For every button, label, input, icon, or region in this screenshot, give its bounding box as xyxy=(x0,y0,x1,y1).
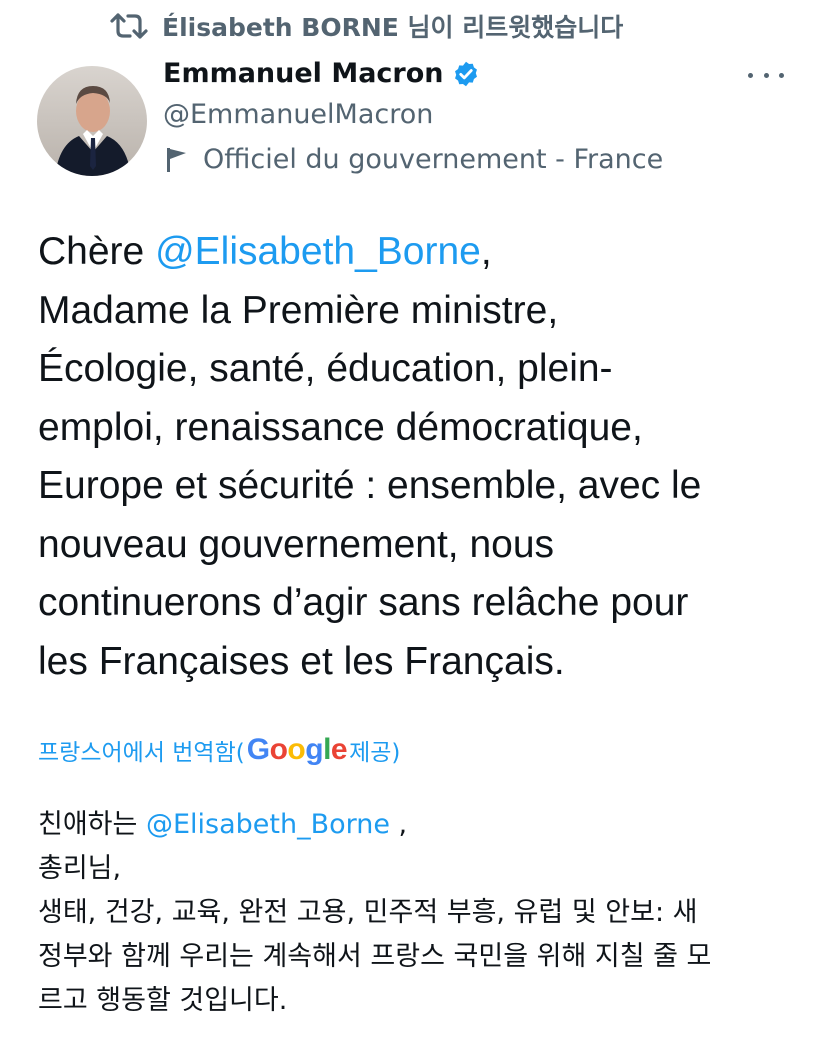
verified-badge-icon xyxy=(454,61,477,86)
author-handle[interactable]: @EmmanuelMacron xyxy=(163,99,433,130)
tweet-line: Madame la Première ministre, xyxy=(38,288,559,332)
tweet-line: nouveau gouvernement, nous xyxy=(38,522,555,566)
government-label-text: Officiel du gouvernement - France xyxy=(203,144,664,175)
tweet-line: continuerons d’agir sans relâche pour xyxy=(38,581,689,624)
tweet-line: emploi, renaissance démocratique, xyxy=(38,405,643,449)
tweet-line: Europe et sécurité : ensemble, avec le xyxy=(38,464,702,507)
translation-line: 정부와 함께 우리는 계속해서 프랑스 국민을 위해 지칠 줄 모 xyxy=(38,941,712,972)
author-name[interactable]: Emmanuel Macron xyxy=(163,58,444,89)
translation-line: 르고 행동할 것입니다. xyxy=(38,985,288,1016)
translation-notice-suffix: 제공) xyxy=(349,740,401,766)
mention-link[interactable]: @Elisabeth_Borne xyxy=(146,809,390,840)
avatar[interactable] xyxy=(37,66,147,176)
translation-notice-prefix: 프랑스어에서 번역함( xyxy=(38,740,245,766)
mention-link[interactable]: @Elisabeth_Borne xyxy=(155,230,481,273)
tweet-line: Écologie, santé, éducation, plein- xyxy=(38,347,613,390)
retweet-text: Élisabeth BORNE 님이 리트윗했습니다 xyxy=(162,13,624,42)
more-options-icon[interactable] xyxy=(748,60,784,90)
translation-line: 생태, 건강, 교육, 완전 고용, 민주적 부흥, 유럽 및 안보: 새 xyxy=(38,897,698,928)
avatar-image xyxy=(37,66,147,176)
translation-line: 총리님, xyxy=(38,853,122,884)
retweet-header[interactable]: Élisabeth BORNE 님이 리트윗했습니다 xyxy=(110,8,623,44)
google-logo-text: Google xyxy=(246,733,348,766)
translation-notice[interactable]: 프랑스어에서 번역함( Google 제공) xyxy=(38,733,400,767)
translated-text: 친애하는 @Elisabeth_Borne , 총리님, 생태, 건강, 교육,… xyxy=(38,803,778,1023)
retweet-icon xyxy=(110,13,148,39)
tweet-line: Chère @Elisabeth_Borne, xyxy=(38,230,492,273)
tweet-text: Chère @Elisabeth_Borne, Madame la Premiè… xyxy=(38,223,808,691)
translation-line: 친애하는 @Elisabeth_Borne , xyxy=(38,809,408,840)
government-label[interactable]: Officiel du gouvernement - France xyxy=(163,144,663,175)
google-logo: Google xyxy=(246,733,348,767)
government-flag-icon xyxy=(167,147,186,172)
author-name-row[interactable]: Emmanuel Macron xyxy=(163,58,480,89)
tweet-line: les Françaises et les Français. xyxy=(38,639,565,683)
